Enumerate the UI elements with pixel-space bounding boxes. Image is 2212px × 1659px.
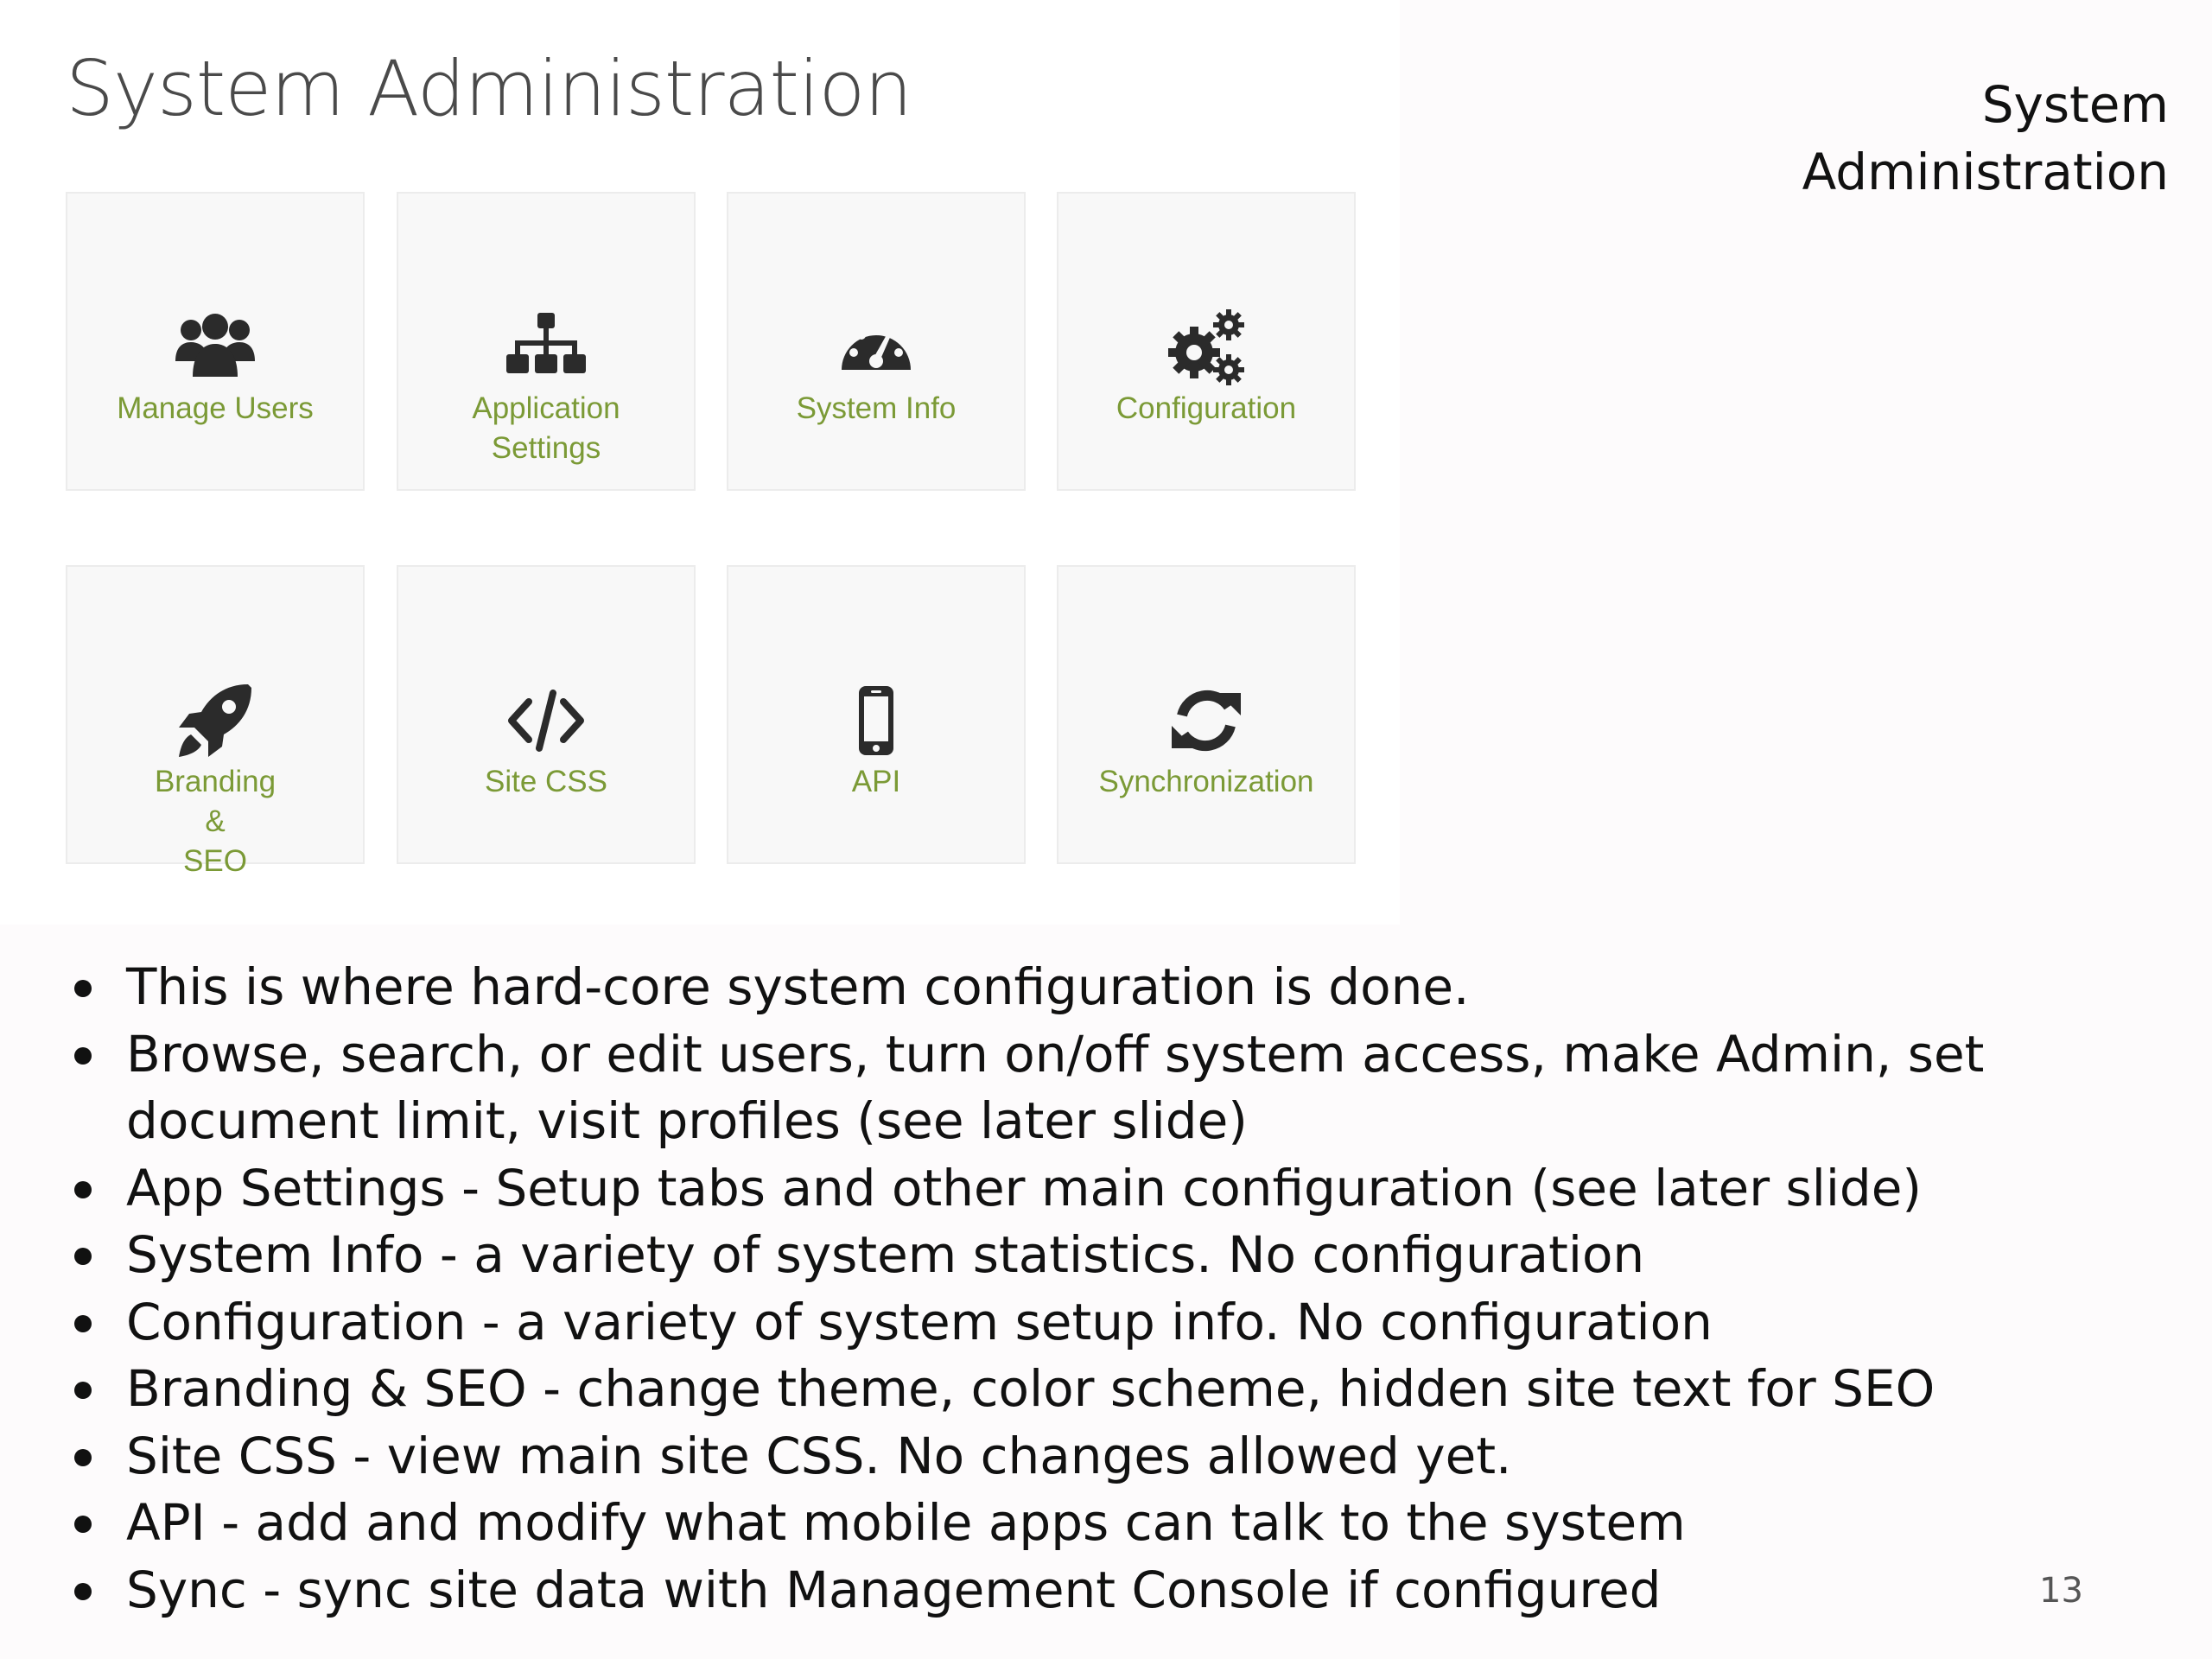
- tile-branding-seo[interactable]: Branding & SEO: [66, 565, 365, 878]
- users-icon: [172, 304, 258, 391]
- tile-manage-users[interactable]: Manage Users: [66, 192, 365, 491]
- bullet-dot: [74, 1382, 92, 1399]
- tile-label: System Info: [796, 391, 957, 425]
- bullet-text: Site CSS - view main site CSS. No change…: [126, 1426, 1512, 1485]
- bullet-item: This is where hard-core system configura…: [66, 954, 2053, 1021]
- bullet-item: API - add and modify what mobile apps ca…: [66, 1490, 2053, 1557]
- bullet-text: Branding & SEO - change theme, color sch…: [126, 1359, 1936, 1418]
- bullet-dot: [74, 1314, 92, 1332]
- tile-api[interactable]: API: [727, 565, 1026, 864]
- bullet-item: Browse, search, or edit users, turn on/o…: [66, 1021, 2053, 1155]
- bullet-text: This is where hard-core system configura…: [126, 957, 1470, 1016]
- bullet-item: System Info - a variety of system statis…: [66, 1222, 2053, 1289]
- bullet-dot: [74, 1448, 92, 1466]
- bullet-text: System Info - a variety of system statis…: [126, 1225, 1645, 1284]
- page-number: 13: [2039, 1571, 2083, 1611]
- tile-system-info[interactable]: System Info: [727, 192, 1026, 491]
- bullet-dot: [74, 980, 92, 997]
- bullet-dot: [74, 1582, 92, 1600]
- tile-application-settings[interactable]: Application Settings: [397, 192, 696, 491]
- tile-label: Site CSS: [485, 765, 607, 798]
- bullet-dot: [74, 1516, 92, 1533]
- gears-icon: [1163, 304, 1249, 391]
- bullet-dot: [74, 1046, 92, 1065]
- bullet-item: App Settings - Setup tabs and other main…: [66, 1155, 2053, 1223]
- sitemap-icon: [503, 304, 589, 391]
- slide-heading: System Administration: [1802, 75, 2169, 201]
- tile-synchronization[interactable]: Synchronization: [1057, 565, 1356, 864]
- bullet-dot: [74, 1180, 92, 1198]
- bullet-text: Sync - sync site data with Management Co…: [126, 1560, 1662, 1619]
- code-icon: [503, 677, 589, 764]
- bullet-text: Browse, search, or edit users, turn on/o…: [126, 1024, 1985, 1151]
- tile-label: Configuration: [1116, 391, 1297, 425]
- dashboard-icon: [833, 304, 919, 391]
- tile-label: Manage Users: [117, 391, 314, 425]
- page-title: System Administration: [66, 44, 912, 133]
- tile-label: Synchronization: [1098, 765, 1314, 798]
- bullet-item: Branding & SEO - change theme, color sch…: [66, 1356, 2053, 1423]
- bullet-item: Site CSS - view main site CSS. No change…: [66, 1423, 2053, 1491]
- tile-site-css[interactable]: Site CSS: [397, 565, 696, 864]
- bullet-item: Sync - sync site data with Management Co…: [66, 1557, 2053, 1624]
- rocket-icon: [172, 677, 258, 764]
- tile-label: Branding & SEO: [154, 765, 276, 878]
- bullet-dot: [74, 1248, 92, 1265]
- bullet-list: This is where hard-core system configura…: [66, 954, 2053, 1624]
- tile-label: Application Settings: [472, 391, 620, 465]
- bullet-text: Configuration - a variety of system setu…: [126, 1292, 1713, 1351]
- mobile-icon: [833, 677, 919, 764]
- tile-configuration[interactable]: Configuration: [1057, 192, 1356, 491]
- admin-screenshot-panel: System Administration Manage Users Appli…: [0, 0, 1400, 925]
- bullet-item: Configuration - a variety of system setu…: [66, 1289, 2053, 1357]
- tile-label: API: [851, 765, 901, 798]
- bullet-text: App Settings - Setup tabs and other main…: [126, 1158, 1923, 1217]
- refresh-icon: [1163, 677, 1249, 764]
- bullet-text: API - add and modify what mobile apps ca…: [126, 1493, 1686, 1552]
